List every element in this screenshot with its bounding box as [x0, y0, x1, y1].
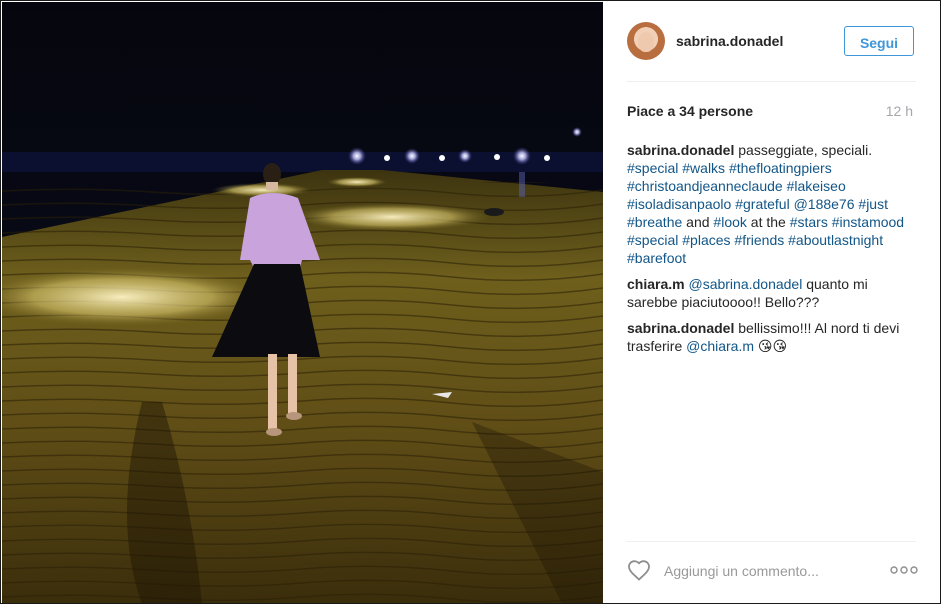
post-header: sabrina.donadel Segui: [604, 1, 940, 83]
comment-text-segment: at the: [746, 214, 790, 230]
hashtag-link[interactable]: @sabrina.donadel: [688, 276, 802, 292]
comment-text-segment: passeggiate, speciali.: [734, 142, 873, 158]
hashtag-link[interactable]: @chiara.m: [686, 338, 754, 354]
hashtag-link[interactable]: #breathe: [627, 214, 682, 230]
hashtag-link[interactable]: #places: [682, 232, 730, 248]
post-time: 12 h: [885, 103, 913, 119]
comment-item: chiara.m @sabrina.donadel quanto mi sare…: [627, 275, 919, 311]
caption-text: passeggiate, speciali. #special #walks #…: [627, 142, 904, 266]
heart-outline-icon[interactable]: [627, 559, 651, 581]
comment-text-segment: 😘😘: [754, 338, 788, 354]
username-link[interactable]: sabrina.donadel: [676, 33, 783, 49]
hashtag-link[interactable]: #friends: [734, 232, 784, 248]
hashtag-link[interactable]: @188e76: [794, 196, 855, 212]
photo-floating-pier-night: [2, 2, 603, 603]
caption: sabrina.donadel passeggiate, speciali. #…: [627, 141, 919, 267]
caption-username[interactable]: sabrina.donadel: [627, 142, 734, 158]
avatar[interactable]: [627, 22, 665, 60]
hashtag-link[interactable]: #aboutlastnight: [788, 232, 883, 248]
hashtag-link[interactable]: #barefoot: [627, 250, 686, 266]
post-photo[interactable]: [2, 2, 603, 603]
divider: [626, 541, 916, 542]
hashtag-link[interactable]: #look: [713, 214, 746, 230]
comment-input[interactable]: [662, 557, 876, 585]
post-modal: sabrina.donadel Segui Piace a 34 persone…: [0, 0, 941, 604]
hashtag-link[interactable]: #stars: [790, 214, 828, 230]
comment-username[interactable]: sabrina.donadel: [627, 320, 734, 336]
hashtag-link[interactable]: #walks: [682, 160, 725, 176]
hashtag-link[interactable]: #instamood: [832, 214, 904, 230]
comment-item: sabrina.donadel bellissimo!!! Al nord ti…: [627, 319, 919, 355]
comment-text-segment: and: [682, 214, 714, 230]
avatar-face: [638, 32, 654, 52]
hashtag-link[interactable]: #grateful: [735, 196, 789, 212]
hashtag-link[interactable]: #isoladisanpaolo: [627, 196, 731, 212]
comment-username[interactable]: chiara.m: [627, 276, 685, 292]
hashtag-link[interactable]: #just: [858, 196, 888, 212]
divider: [626, 81, 916, 82]
post-sidebar: sabrina.donadel Segui Piace a 34 persone…: [604, 1, 940, 603]
hashtag-link[interactable]: #special: [627, 232, 678, 248]
hashtag-link[interactable]: #lakeiseo: [787, 178, 846, 194]
hashtag-link[interactable]: #special: [627, 160, 678, 176]
follow-button[interactable]: Segui: [844, 26, 914, 56]
hashtag-link[interactable]: #christoandjeanneclaude: [627, 178, 783, 194]
more-options-icon[interactable]: [889, 565, 919, 575]
likes-count[interactable]: Piace a 34 persone: [627, 103, 753, 119]
hashtag-link[interactable]: #thefloatingpiers: [729, 160, 832, 176]
comments-list: sabrina.donadel passeggiate, speciali. #…: [627, 141, 919, 363]
